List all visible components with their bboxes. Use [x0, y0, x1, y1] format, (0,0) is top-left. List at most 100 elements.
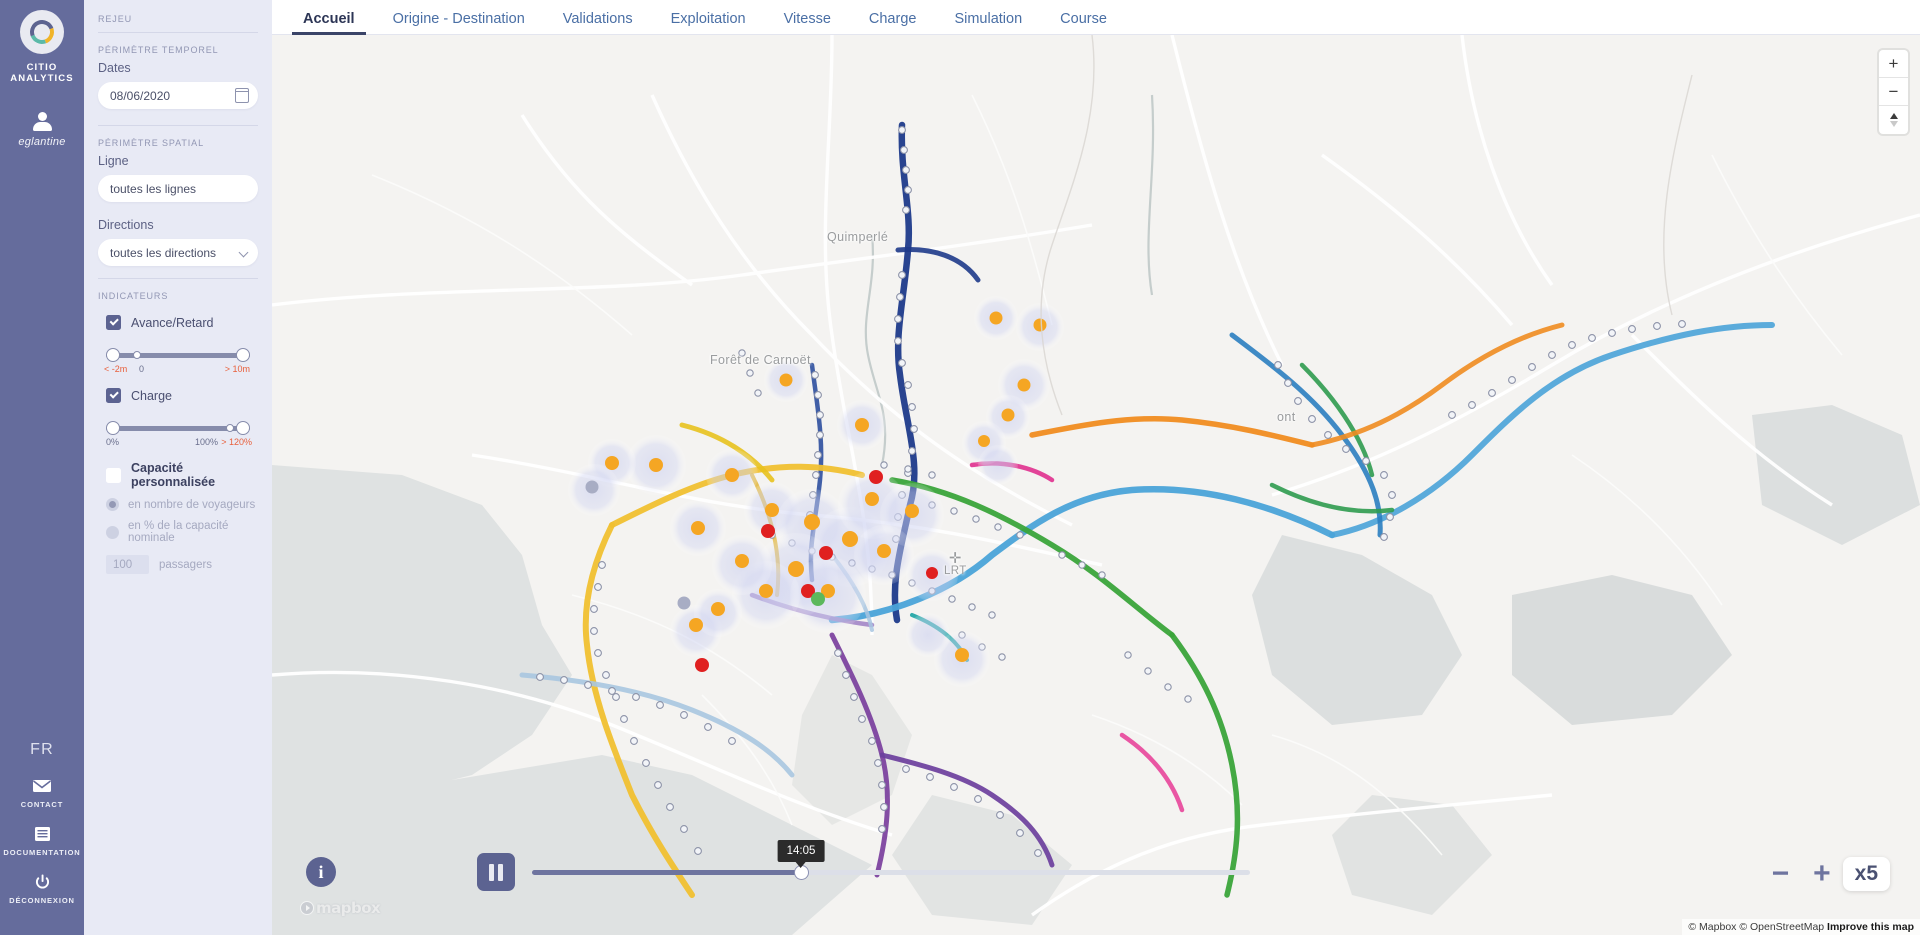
checkbox-avance-retard-box	[106, 315, 121, 330]
radio-pourcent-capacite-label: en % de la capacité nominale	[128, 520, 229, 544]
speed-decrease-button[interactable]: −	[1772, 859, 1790, 889]
timeline-progress	[532, 870, 802, 875]
capacity-quantity-row: passagers	[106, 555, 258, 574]
capacity-quantity-input[interactable]	[106, 555, 149, 574]
mapbox-logo[interactable]: mapbox	[300, 899, 381, 917]
slider-avance-knob-min[interactable]	[106, 348, 120, 362]
user-icon	[31, 112, 53, 131]
radio-nombre-voyageurs-label: en nombre de voyageurs	[128, 498, 256, 511]
brand-line-2: ANALYTICS	[10, 73, 74, 84]
brand-name: CITIO ANALYTICS	[10, 62, 73, 84]
radio-nombre-voyageurs-circle	[106, 498, 119, 511]
mail-icon	[32, 777, 52, 795]
app-logo[interactable]: CITIO ANALYTICS	[10, 10, 73, 84]
slider-charge-knob-min[interactable]	[106, 421, 120, 435]
divider-3	[98, 278, 258, 279]
user-profile[interactable]: eglantine	[18, 112, 65, 148]
dates-label: Dates	[98, 61, 131, 75]
language-switch[interactable]: FR	[30, 741, 54, 759]
dates-input[interactable]: 08/06/2020	[98, 82, 258, 109]
checkbox-capacite-personnalisee[interactable]: Capacité personnalisée	[106, 461, 258, 489]
calendar-icon[interactable]	[235, 88, 249, 103]
play-pause-button[interactable]	[477, 853, 515, 891]
tab-origine-destination[interactable]: Origine - Destination	[374, 11, 544, 34]
rail-item-contact-label: CONTACT	[20, 800, 64, 809]
power-icon	[34, 873, 51, 891]
logo-icon	[19, 10, 64, 54]
tab-charge[interactable]: Charge	[850, 11, 936, 34]
zoom-in-icon[interactable]: +	[1879, 50, 1908, 78]
checkbox-avance-retard-label: Avance/Retard	[131, 315, 214, 330]
transit-map[interactable]: Quimperlé Forêt de Carnoët ont ✛ LRT + −…	[272, 35, 1920, 935]
panel-title: REJEU	[98, 14, 133, 24]
attribution-mapbox[interactable]: © Mapbox	[1688, 921, 1736, 933]
slider-charge-max-label: > 120%	[221, 437, 252, 447]
mapbox-mark-icon	[300, 901, 314, 915]
user-name: eglantine	[18, 136, 66, 148]
rail-item-documentation-label: DOCUMENTATION	[3, 848, 81, 857]
slider-charge-knob-mid[interactable]	[225, 424, 234, 432]
document-icon	[34, 825, 51, 843]
slider-avance-track	[106, 353, 250, 358]
attribution-improve-link[interactable]: Improve this map	[1827, 921, 1914, 933]
speed-controls: − + x5	[1760, 857, 1890, 891]
tab-bar: Accueil Origine - Destination Validation…	[272, 0, 1920, 35]
ligne-select[interactable]: toutes les lignes	[98, 175, 258, 202]
radio-nombre-voyageurs[interactable]: en nombre de voyageurs	[106, 498, 258, 511]
pause-bar-left	[489, 863, 494, 881]
rail-item-contact[interactable]: CONTACT	[21, 777, 63, 809]
checkbox-capacite-label: Capacité personnalisée	[131, 461, 216, 489]
brand-line-1: CITIO	[26, 62, 58, 73]
chevron-down-icon	[238, 247, 249, 258]
slider-charge-mid-label: 100%	[194, 437, 218, 447]
tab-accueil[interactable]: Accueil	[284, 11, 374, 35]
info-button[interactable]: i	[306, 857, 336, 887]
checkbox-capacite-box	[106, 467, 121, 483]
speed-value-badge[interactable]: x5	[1842, 857, 1890, 891]
temporal-section-label: PÉRIMÈTRE TEMPOREL	[98, 45, 219, 55]
slider-avance-retard[interactable]: < -2m 0 > 10m	[104, 344, 250, 374]
pause-bar-right	[498, 863, 503, 881]
ligne-label: Ligne	[98, 154, 129, 168]
radio-pourcent-capacite[interactable]: en % de la capacité nominale	[106, 520, 258, 544]
map-nav-controls: + −	[1879, 50, 1908, 134]
indicators-section-label: INDICATEURS	[98, 291, 169, 301]
checkbox-charge-label: Charge	[131, 388, 172, 403]
compass-icon[interactable]	[1879, 106, 1908, 134]
slider-avance-knob-max[interactable]	[236, 348, 250, 362]
timeline-slider[interactable]	[532, 865, 1250, 880]
tab-vitesse[interactable]: Vitesse	[765, 11, 850, 34]
speed-increase-button[interactable]: +	[1813, 859, 1831, 889]
timeline-tooltip: 14:05	[777, 840, 825, 868]
dates-value: 08/06/2020	[110, 88, 171, 103]
radio-pourcent-capacite-circle	[106, 525, 119, 539]
filter-panel: REJEU PÉRIMÈTRE TEMPOREL Dates 08/06/202…	[84, 0, 272, 935]
tab-simulation[interactable]: Simulation	[935, 11, 1041, 34]
slider-avance-mid-label: 0	[139, 364, 145, 374]
rail-item-logout[interactable]: DÉCONNEXION	[9, 873, 75, 905]
checkbox-charge[interactable]: Charge	[106, 388, 258, 403]
ligne-value: toutes les lignes	[110, 181, 197, 196]
capacity-quantity-unit: passagers	[159, 558, 213, 571]
slider-avance-min-label: < -2m	[104, 364, 128, 374]
map-attribution: © Mapbox © OpenStreetMap Improve this ma…	[1682, 919, 1920, 935]
slider-charge-knob-max[interactable]	[236, 421, 250, 435]
map-canvas	[272, 35, 1920, 935]
attribution-osm[interactable]: © OpenStreetMap	[1739, 921, 1824, 933]
tab-course[interactable]: Course	[1041, 11, 1126, 34]
left-rail: CITIO ANALYTICS eglantine FR CONTACT DOC…	[0, 0, 84, 935]
tab-exploitation[interactable]: Exploitation	[652, 11, 765, 34]
slider-avance-max-label: > 10m	[224, 364, 250, 374]
mapbox-wordmark: mapbox	[316, 899, 381, 917]
rail-item-logout-label: DÉCONNEXION	[9, 896, 75, 905]
app-root: CITIO ANALYTICS eglantine FR CONTACT DOC…	[0, 0, 1920, 935]
zoom-out-icon[interactable]: −	[1879, 78, 1908, 106]
rail-item-documentation[interactable]: DOCUMENTATION	[3, 825, 80, 857]
directions-select[interactable]: toutes les directions	[98, 239, 258, 266]
divider-2	[98, 125, 258, 126]
slider-charge[interactable]: 0% 100% > 120%	[106, 417, 252, 447]
tab-validations[interactable]: Validations	[544, 11, 652, 34]
checkbox-avance-retard[interactable]: Avance/Retard	[106, 315, 258, 330]
slider-charge-min-label: 0%	[106, 437, 120, 447]
divider-1	[98, 32, 258, 33]
